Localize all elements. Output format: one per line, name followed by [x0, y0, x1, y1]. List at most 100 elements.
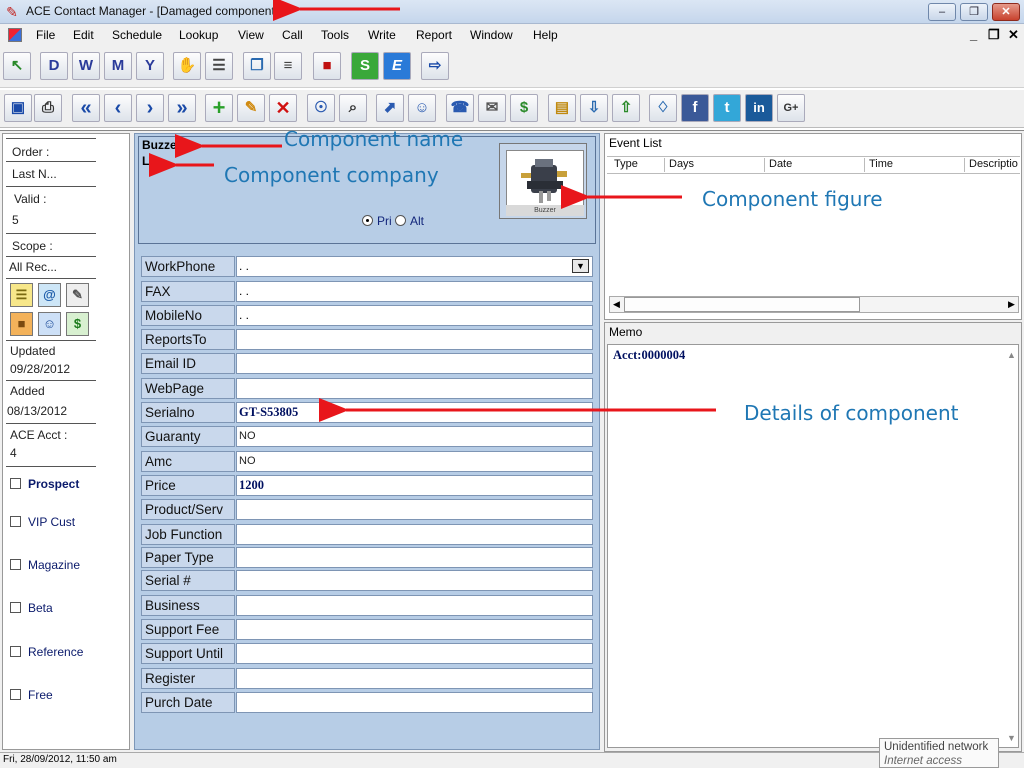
menu-tools[interactable]: Tools: [321, 28, 349, 42]
mdi-close-button[interactable]: ✕: [1008, 27, 1019, 43]
document-icon[interactable]: ☰: [10, 283, 33, 307]
menu-edit[interactable]: Edit: [73, 28, 94, 42]
column-header-type[interactable]: Type: [610, 158, 638, 172]
support-until-input[interactable]: [236, 643, 593, 664]
webpage-input[interactable]: [236, 378, 593, 399]
checkbox-box[interactable]: [10, 602, 21, 613]
euro-e-icon[interactable]: E: [383, 52, 411, 80]
magazine-checkbox[interactable]: Magazine: [10, 558, 80, 572]
dollar-s-icon[interactable]: S: [351, 52, 379, 80]
checkbox-box[interactable]: [10, 516, 21, 527]
box-icon[interactable]: ■: [10, 312, 33, 336]
business-input[interactable]: [236, 595, 593, 616]
menu-help[interactable]: Help: [533, 28, 558, 42]
vip-cust-checkbox[interactable]: VIP Cust: [10, 515, 75, 529]
menu-write[interactable]: Write: [368, 28, 396, 42]
chevron-down-icon[interactable]: ▼: [572, 259, 589, 273]
calendar-week-icon[interactable]: W: [72, 52, 100, 80]
checkbox-box[interactable]: [10, 689, 21, 700]
menu-report[interactable]: Report: [416, 28, 452, 42]
dollar-icon[interactable]: $: [510, 94, 538, 122]
amc-input[interactable]: NO: [236, 451, 593, 472]
save-icon[interactable]: ▣: [4, 94, 32, 122]
guaranty-input[interactable]: NO: [236, 426, 593, 447]
minimize-button[interactable]: –: [928, 3, 956, 21]
book-icon[interactable]: ♢: [649, 94, 677, 122]
inbox-out-icon[interactable]: ⇧: [612, 94, 640, 122]
mobileno-input[interactable]: . .: [236, 305, 593, 326]
tag-icon[interactable]: ✎: [66, 283, 89, 307]
restore-button[interactable]: ❐: [960, 3, 988, 21]
scope-value[interactable]: All Rec...: [9, 260, 57, 274]
fax-icon[interactable]: ✉: [478, 94, 506, 122]
column-header-days[interactable]: Days: [664, 158, 694, 172]
open-folder-icon[interactable]: ↖: [3, 52, 31, 80]
edit-icon[interactable]: ✎: [237, 94, 265, 122]
phonebook-icon[interactable]: ■: [313, 52, 341, 80]
scroll-right-icon[interactable]: ▶: [1008, 299, 1015, 310]
price-input[interactable]: 1200: [236, 475, 593, 496]
menu-lookup[interactable]: Lookup: [179, 28, 218, 42]
calendar-day-icon[interactable]: D: [40, 52, 68, 80]
last-record-icon[interactable]: »: [168, 94, 196, 122]
checkbox-box[interactable]: [10, 646, 21, 657]
menu-view[interactable]: View: [238, 28, 264, 42]
paper-type-input[interactable]: [236, 547, 593, 568]
email-icon[interactable]: @: [38, 283, 61, 307]
product-serv-input[interactable]: [236, 499, 593, 520]
import-icon[interactable]: ⬈: [376, 94, 404, 122]
menu-call[interactable]: Call: [282, 28, 303, 42]
scroll-down-icon[interactable]: ▼: [1007, 733, 1016, 743]
menu-window[interactable]: Window: [470, 28, 513, 42]
dollar-icon[interactable]: $: [66, 312, 89, 336]
exit-icon[interactable]: ⇨: [421, 52, 449, 80]
serialno-input[interactable]: GT-S53805: [236, 402, 593, 423]
column-header-description[interactable]: Descriptio: [964, 158, 1018, 172]
support-fee-input[interactable]: [236, 619, 593, 640]
purch-date-input[interactable]: [236, 692, 593, 713]
linkedin-icon[interactable]: in: [745, 94, 773, 122]
workphone-input[interactable]: . .: [236, 256, 593, 277]
beta-checkbox[interactable]: Beta: [10, 601, 53, 615]
user-icon[interactable]: ☺: [38, 312, 61, 336]
checkbox-box[interactable]: [10, 559, 21, 570]
clipboard-icon[interactable]: ✋: [173, 52, 201, 80]
find-binoculars-icon[interactable]: ☉: [307, 94, 335, 122]
list-icon[interactable]: ≡: [274, 52, 302, 80]
scroll-left-icon[interactable]: ◀: [613, 299, 620, 310]
scroll-up-icon[interactable]: ▲: [1007, 350, 1016, 360]
reportsto-input[interactable]: [236, 329, 593, 350]
facebook-icon[interactable]: f: [681, 94, 709, 122]
add-icon[interactable]: +: [205, 94, 233, 122]
calendar-month-icon[interactable]: M: [104, 52, 132, 80]
reference-checkbox[interactable]: Reference: [10, 645, 83, 659]
free-checkbox[interactable]: Free: [10, 688, 53, 702]
calendar-year-icon[interactable]: Y: [136, 52, 164, 80]
print-icon[interactable]: ⎙: [34, 94, 62, 122]
column-header-time[interactable]: Time: [864, 158, 893, 172]
copy-icon[interactable]: ❐: [243, 52, 271, 80]
close-button[interactable]: ✕: [992, 3, 1020, 21]
menu-schedule[interactable]: Schedule: [112, 28, 162, 42]
scrollbar-thumb[interactable]: [624, 297, 860, 312]
twitter-icon[interactable]: t: [713, 94, 741, 122]
next-record-icon[interactable]: ›: [136, 94, 164, 122]
contact-info-icon[interactable]: ☺: [408, 94, 436, 122]
serial-number-input[interactable]: [236, 570, 593, 591]
notes-icon[interactable]: ☰: [205, 52, 233, 80]
mdi-child-icon[interactable]: [8, 28, 22, 42]
google-icon[interactable]: G+: [777, 94, 805, 122]
menu-file[interactable]: File: [36, 28, 55, 42]
register-input[interactable]: [236, 668, 593, 689]
previous-record-icon[interactable]: ‹: [104, 94, 132, 122]
alt-radio[interactable]: [395, 215, 407, 226]
pri-radio[interactable]: [362, 215, 373, 226]
first-record-icon[interactable]: «: [72, 94, 100, 122]
mdi-restore-button[interactable]: ❐: [988, 27, 1000, 43]
mdi-minimize-button[interactable]: _: [970, 27, 977, 42]
prospect-checkbox[interactable]: Prospect: [10, 477, 79, 491]
search-icon[interactable]: ⌕: [339, 94, 367, 122]
component-name[interactable]: Buzzer: [142, 138, 181, 152]
delete-icon[interactable]: ✕: [269, 94, 297, 122]
inbox-in-icon[interactable]: ⇩: [580, 94, 608, 122]
